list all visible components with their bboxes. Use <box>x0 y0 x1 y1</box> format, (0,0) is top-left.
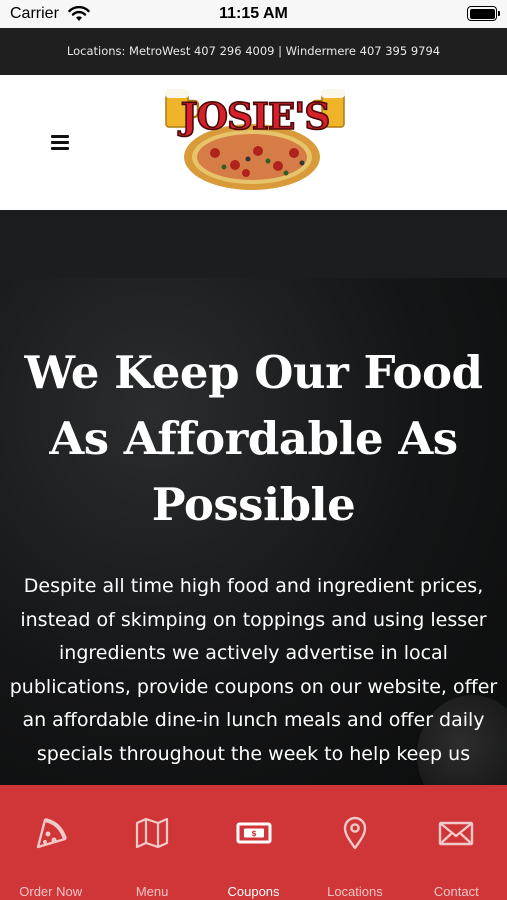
location-bar: Locations: MetroWest 407 296 4009 | Wind… <box>0 28 507 75</box>
hero-title: We Keep Our Food As Affordable As Possib… <box>0 340 507 538</box>
hero-title-line: As Affordable As <box>49 412 458 465</box>
hero-body-line: publications, provide coupons on our web… <box>9 675 498 698</box>
hero-title-line: We Keep Our Food <box>24 346 483 399</box>
tab-label: Contact <box>433 884 479 899</box>
hero-title-line: Possible <box>151 478 356 531</box>
map-icon <box>136 817 169 849</box>
status-bar: Carrier 11:15 AM <box>0 0 507 28</box>
site-header: JOSIE'S <box>0 75 507 210</box>
battery-icon <box>467 6 500 21</box>
pizza-slice-icon <box>36 818 67 849</box>
hero-body-line: specials throughout the week to help kee… <box>36 742 471 765</box>
tab-coupons[interactable]: $ Coupons <box>203 785 304 900</box>
tab-order-now[interactable]: Order Now <box>0 785 101 900</box>
tab-label: Locations <box>327 884 383 899</box>
tab-locations[interactable]: Locations <box>304 785 405 900</box>
tab-label: Order Now <box>19 884 83 899</box>
locations-text: Locations: MetroWest 407 296 4009 | Wind… <box>66 44 441 58</box>
bottom-tab-bar: Order Now Menu $ Coupons Locations Conta… <box>0 785 507 900</box>
tab-menu[interactable]: Menu <box>101 785 202 900</box>
hero-body-text: Despite all time high food and ingredien… <box>6 570 501 772</box>
hero-body-line: Despite all time high food and ingredien… <box>23 575 484 597</box>
hero-body-line: an affordable dine-in lunch meals and of… <box>22 709 485 732</box>
svg-text:$: $ <box>251 829 257 838</box>
hero-body-line: ingredients we actively advertise in loc… <box>59 642 448 665</box>
hero-section: We Keep Our Food As Affordable As Possib… <box>0 210 507 785</box>
tab-label: Menu <box>135 884 169 899</box>
hero-body-line: instead of skimping on toppings and usin… <box>20 608 487 631</box>
tab-label: Coupons <box>227 884 280 899</box>
hero-top-strip <box>0 210 507 278</box>
hamburger-menu-icon[interactable] <box>51 135 69 150</box>
tab-contact[interactable]: Contact <box>406 785 507 900</box>
logo-text: JOSIE'S <box>178 96 330 138</box>
josies-logo[interactable]: JOSIE'S <box>160 87 350 195</box>
status-time: 11:15 AM <box>219 5 288 22</box>
map-pin-icon <box>343 816 367 850</box>
money-bill-icon: $ <box>236 822 272 844</box>
envelope-icon <box>439 821 474 846</box>
